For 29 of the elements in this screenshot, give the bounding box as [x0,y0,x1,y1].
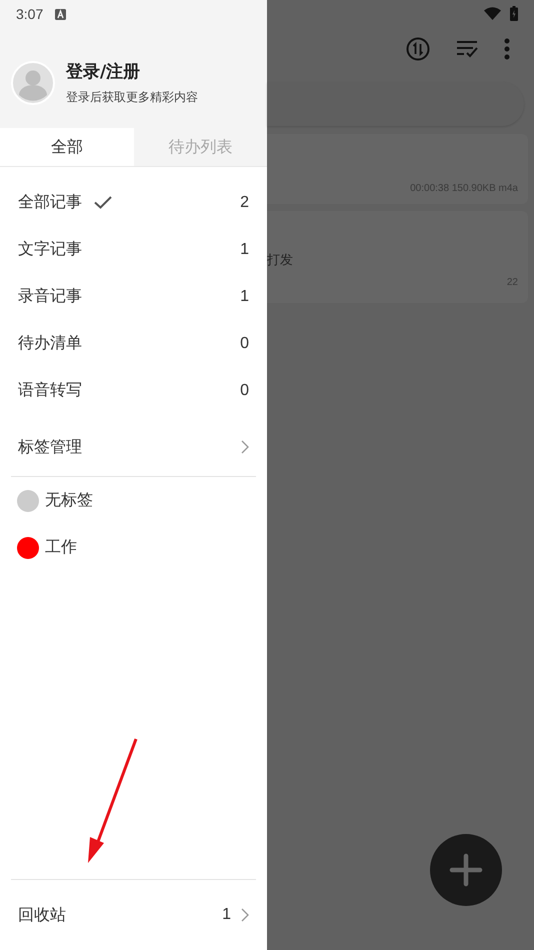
tag-management-item[interactable]: 标签管理 [18,436,82,458]
tag-item[interactable]: 无标签 [45,490,93,511]
category-item[interactable]: 待办清单 [18,333,82,354]
sort-icon[interactable] [406,37,430,61]
tag-item[interactable]: 工作 [45,537,77,558]
item-count: 0 [240,334,249,352]
note-text: 打发 [267,252,293,269]
checklist-icon[interactable] [456,39,478,59]
wifi-icon [484,6,501,20]
trash-item[interactable]: 回收站 [18,904,66,926]
item-count: 1 [240,288,249,306]
category-item[interactable]: 文字记事 [18,239,82,260]
login-hint: 登录后获取更多精彩内容 [66,89,198,106]
item-count: 1 [240,240,249,258]
item-count: 2 [240,194,249,212]
avatar-icon[interactable] [11,61,55,105]
more-icon[interactable] [504,38,510,60]
category-item[interactable]: 语音转写 [18,380,82,401]
category-item[interactable]: 全部记事 [18,192,82,213]
category-item[interactable]: 录音记事 [18,286,82,307]
chevron-right-icon [241,440,249,454]
notification-icon [55,8,66,20]
item-count: 1 [222,906,231,924]
item-count: 0 [240,382,249,400]
login-register-link[interactable]: 登录/注册 [66,60,198,83]
chevron-right-icon [241,908,249,922]
plus-icon [449,853,483,887]
battery-icon [510,6,518,20]
status-time: 3:07 [16,6,44,22]
